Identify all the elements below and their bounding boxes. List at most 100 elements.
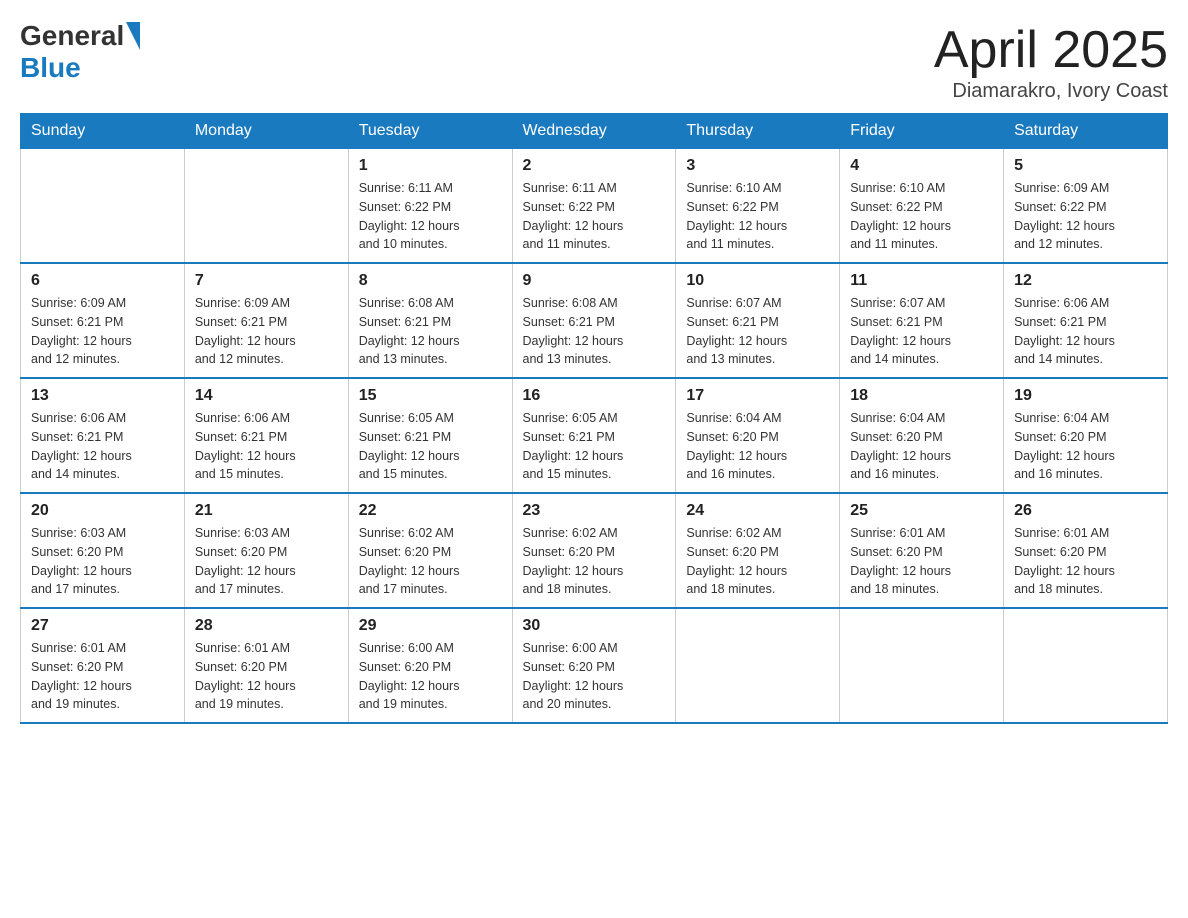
calendar-cell: 22 Sunrise: 6:02 AM Sunset: 6:20 PM Dayli… [348,493,512,608]
logo-general-text: General [20,20,124,52]
calendar-cell: 23 Sunrise: 6:02 AM Sunset: 6:20 PM Dayli… [512,493,676,608]
calendar-week-row: 6 Sunrise: 6:09 AM Sunset: 6:21 PM Daylig… [21,263,1168,378]
logo: General Blue [20,20,140,84]
day-info: Sunrise: 6:01 AM Sunset: 6:20 PM Dayligh… [850,524,993,599]
calendar-cell: 30Sunrise: 6:00 AM Sunset: 6:20 PM Dayli… [512,608,676,723]
calendar-week-row: 20 Sunrise: 6:03 AM Sunset: 6:20 PM Dayli… [21,493,1168,608]
day-number: 30 [523,617,666,635]
calendar-week-row: 27 Sunrise: 6:01 AM Sunset: 6:20 PM Dayli… [21,608,1168,723]
day-number: 19 [1014,387,1157,405]
day-info: Sunrise: 6:05 AM Sunset: 6:21 PM Dayligh… [523,409,666,484]
day-number: 7 [195,272,338,290]
day-info: Sunrise: 6:05 AM Sunset: 6:21 PM Dayligh… [359,409,502,484]
calendar-cell [184,149,348,264]
day-number: 2 [523,157,666,175]
day-number: 14 [195,387,338,405]
day-info: Sunrise: 6:08 AM Sunset: 6:21 PM Dayligh… [359,294,502,369]
calendar-cell: 4 Sunrise: 6:10 AM Sunset: 6:22 PM Daylig… [840,149,1004,264]
calendar-header-row: SundayMondayTuesdayWednesdayThursdayFrid… [21,114,1168,149]
calendar-cell: 14 Sunrise: 6:06 AM Sunset: 6:21 PM Dayli… [184,378,348,493]
day-info: Sunrise: 6:06 AM Sunset: 6:21 PM Dayligh… [195,409,338,484]
location-text: Diamarakro, Ivory Coast [934,80,1168,103]
calendar-cell: 27 Sunrise: 6:01 AM Sunset: 6:20 PM Dayli… [21,608,185,723]
day-number: 8 [359,272,502,290]
day-number: 20 [31,502,174,520]
day-number: 26 [1014,502,1157,520]
calendar-day-header: Saturday [1004,114,1168,149]
day-number: 5 [1014,157,1157,175]
calendar-day-header: Tuesday [348,114,512,149]
calendar-day-header: Sunday [21,114,185,149]
calendar-cell: 7 Sunrise: 6:09 AM Sunset: 6:21 PM Daylig… [184,263,348,378]
day-info: Sunrise: 6:00 AM Sunset: 6:20 PM Dayligh… [359,639,502,714]
calendar-cell: 25 Sunrise: 6:01 AM Sunset: 6:20 PM Dayli… [840,493,1004,608]
day-number: 22 [359,502,502,520]
calendar-cell: 18 Sunrise: 6:04 AM Sunset: 6:20 PM Dayli… [840,378,1004,493]
day-info: Sunrise: 6:09 AM Sunset: 6:21 PM Dayligh… [195,294,338,369]
day-info: Sunrise: 6:01 AM Sunset: 6:20 PM Dayligh… [31,639,174,714]
day-info: Sunrise: 6:03 AM Sunset: 6:20 PM Dayligh… [195,524,338,599]
calendar-cell: 5 Sunrise: 6:09 AM Sunset: 6:22 PM Daylig… [1004,149,1168,264]
day-number: 25 [850,502,993,520]
month-title: April 2025 [934,20,1168,80]
day-number: 11 [850,272,993,290]
title-area: April 2025 Diamarakro, Ivory Coast [934,20,1168,103]
calendar-cell: 12Sunrise: 6:06 AM Sunset: 6:21 PM Dayli… [1004,263,1168,378]
calendar-cell: 24Sunrise: 6:02 AM Sunset: 6:20 PM Dayli… [676,493,840,608]
calendar-cell [1004,608,1168,723]
day-number: 3 [686,157,829,175]
day-number: 1 [359,157,502,175]
calendar-week-row: 1 Sunrise: 6:11 AM Sunset: 6:22 PM Daylig… [21,149,1168,264]
day-info: Sunrise: 6:01 AM Sunset: 6:20 PM Dayligh… [1014,524,1157,599]
calendar-cell: 29Sunrise: 6:00 AM Sunset: 6:20 PM Dayli… [348,608,512,723]
day-info: Sunrise: 6:07 AM Sunset: 6:21 PM Dayligh… [850,294,993,369]
calendar-cell [21,149,185,264]
day-info: Sunrise: 6:03 AM Sunset: 6:20 PM Dayligh… [31,524,174,599]
calendar-cell: 21Sunrise: 6:03 AM Sunset: 6:20 PM Dayli… [184,493,348,608]
day-info: Sunrise: 6:02 AM Sunset: 6:20 PM Dayligh… [359,524,502,599]
calendar-cell: 26 Sunrise: 6:01 AM Sunset: 6:20 PM Dayli… [1004,493,1168,608]
calendar-cell: 20 Sunrise: 6:03 AM Sunset: 6:20 PM Dayli… [21,493,185,608]
calendar-cell: 9Sunrise: 6:08 AM Sunset: 6:21 PM Daylig… [512,263,676,378]
calendar-day-header: Wednesday [512,114,676,149]
day-info: Sunrise: 6:10 AM Sunset: 6:22 PM Dayligh… [850,179,993,254]
day-info: Sunrise: 6:06 AM Sunset: 6:21 PM Dayligh… [31,409,174,484]
day-info: Sunrise: 6:02 AM Sunset: 6:20 PM Dayligh… [523,524,666,599]
day-info: Sunrise: 6:04 AM Sunset: 6:20 PM Dayligh… [1014,409,1157,484]
calendar-cell: 15 Sunrise: 6:05 AM Sunset: 6:21 PM Dayli… [348,378,512,493]
day-number: 15 [359,387,502,405]
calendar-cell: 2 Sunrise: 6:11 AM Sunset: 6:22 PM Daylig… [512,149,676,264]
calendar-cell: 19 Sunrise: 6:04 AM Sunset: 6:20 PM Dayli… [1004,378,1168,493]
day-info: Sunrise: 6:10 AM Sunset: 6:22 PM Dayligh… [686,179,829,254]
calendar-cell: 17Sunrise: 6:04 AM Sunset: 6:20 PM Dayli… [676,378,840,493]
calendar-cell: 28Sunrise: 6:01 AM Sunset: 6:20 PM Dayli… [184,608,348,723]
day-info: Sunrise: 6:04 AM Sunset: 6:20 PM Dayligh… [686,409,829,484]
calendar-table: SundayMondayTuesdayWednesdayThursdayFrid… [20,113,1168,724]
calendar-day-header: Thursday [676,114,840,149]
calendar-day-header: Monday [184,114,348,149]
day-info: Sunrise: 6:11 AM Sunset: 6:22 PM Dayligh… [523,179,666,254]
day-number: 27 [31,617,174,635]
calendar-day-header: Friday [840,114,1004,149]
day-number: 10 [686,272,829,290]
day-number: 23 [523,502,666,520]
calendar-cell: 10 Sunrise: 6:07 AM Sunset: 6:21 PM Dayli… [676,263,840,378]
day-info: Sunrise: 6:01 AM Sunset: 6:20 PM Dayligh… [195,639,338,714]
calendar-cell: 13Sunrise: 6:06 AM Sunset: 6:21 PM Dayli… [21,378,185,493]
calendar-cell: 11 Sunrise: 6:07 AM Sunset: 6:21 PM Dayli… [840,263,1004,378]
day-info: Sunrise: 6:04 AM Sunset: 6:20 PM Dayligh… [850,409,993,484]
calendar-cell: 3 Sunrise: 6:10 AM Sunset: 6:22 PM Daylig… [676,149,840,264]
day-number: 24 [686,502,829,520]
day-info: Sunrise: 6:09 AM Sunset: 6:22 PM Dayligh… [1014,179,1157,254]
calendar-cell [840,608,1004,723]
day-info: Sunrise: 6:09 AM Sunset: 6:21 PM Dayligh… [31,294,174,369]
day-number: 6 [31,272,174,290]
calendar-cell: 6 Sunrise: 6:09 AM Sunset: 6:21 PM Daylig… [21,263,185,378]
calendar-cell: 8 Sunrise: 6:08 AM Sunset: 6:21 PM Daylig… [348,263,512,378]
day-number: 18 [850,387,993,405]
page-header: General Blue April 2025 Diamarakro, Ivor… [20,20,1168,103]
day-number: 4 [850,157,993,175]
logo-arrow-icon [126,22,140,50]
day-number: 16 [523,387,666,405]
day-info: Sunrise: 6:07 AM Sunset: 6:21 PM Dayligh… [686,294,829,369]
